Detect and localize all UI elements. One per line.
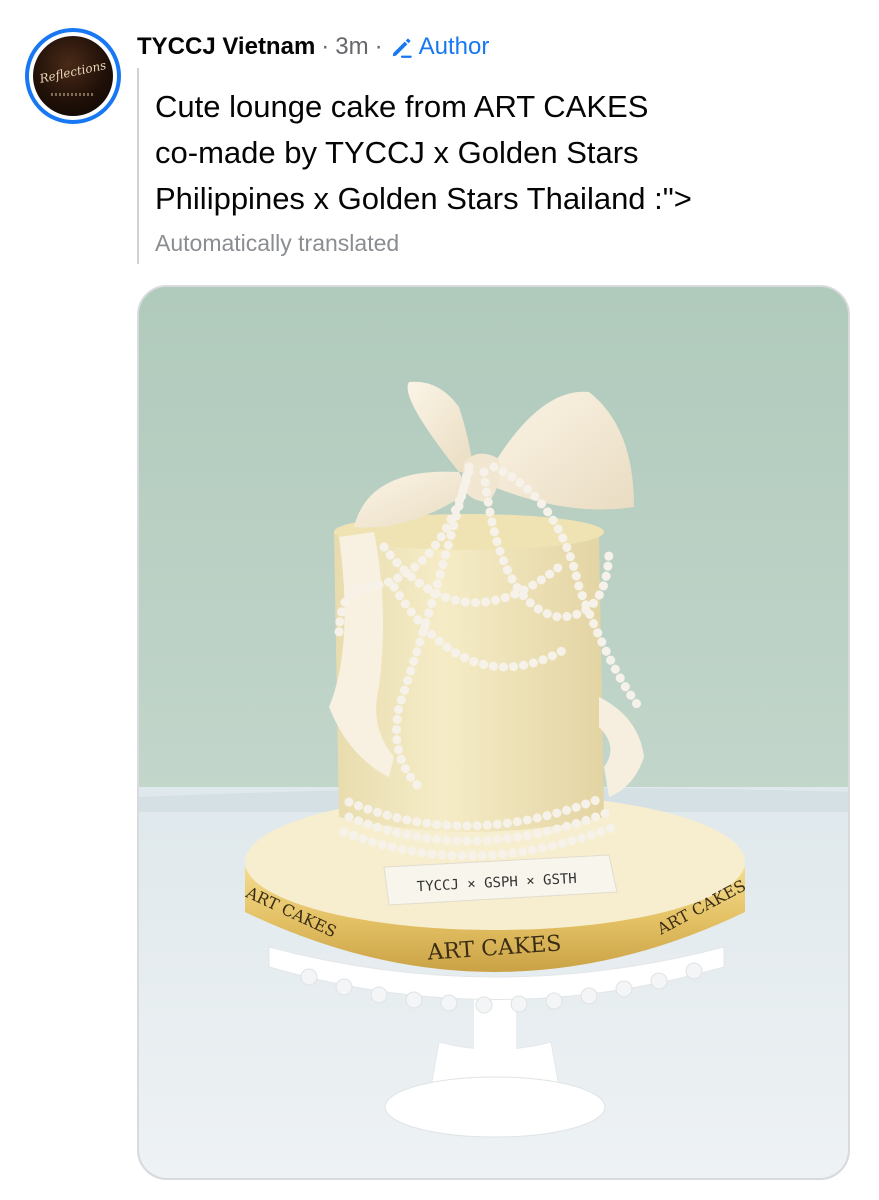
post-text: Cute lounge cake from ART CAKES co-made … bbox=[155, 84, 845, 222]
meta-separator: · bbox=[374, 33, 383, 60]
post-text-line: co-made by TYCCJ x Golden Stars bbox=[155, 135, 639, 170]
meta-separator: · bbox=[321, 33, 330, 60]
author-badge: Author bbox=[389, 33, 490, 61]
thread-line bbox=[137, 68, 139, 264]
post-text-line: Cute lounge cake from ART CAKES bbox=[155, 89, 649, 124]
post-time[interactable]: 3m bbox=[335, 33, 368, 61]
author-name[interactable]: TYCCJ Vietnam bbox=[137, 33, 315, 61]
avatar-image: Reflections bbox=[33, 36, 113, 116]
cake-illustration: TYCCJ × GSPH × GSTH ART CAKES ART CAKES … bbox=[139, 287, 848, 1178]
translation-note[interactable]: Automatically translated bbox=[155, 230, 399, 257]
post-card: Reflections TYCCJ Vietnam · 3m · Author … bbox=[0, 0, 879, 1200]
post-header: TYCCJ Vietnam · 3m · Author bbox=[137, 30, 489, 64]
author-badge-label: Author bbox=[418, 33, 490, 60]
avatar[interactable]: Reflections bbox=[25, 28, 121, 124]
pencil-icon bbox=[392, 38, 412, 58]
post-photo[interactable]: TYCCJ × GSPH × GSTH ART CAKES ART CAKES … bbox=[137, 285, 850, 1180]
avatar-logo-text: Reflections bbox=[38, 58, 108, 86]
post-text-line: Philippines x Golden Stars Thailand :"> bbox=[155, 181, 692, 216]
